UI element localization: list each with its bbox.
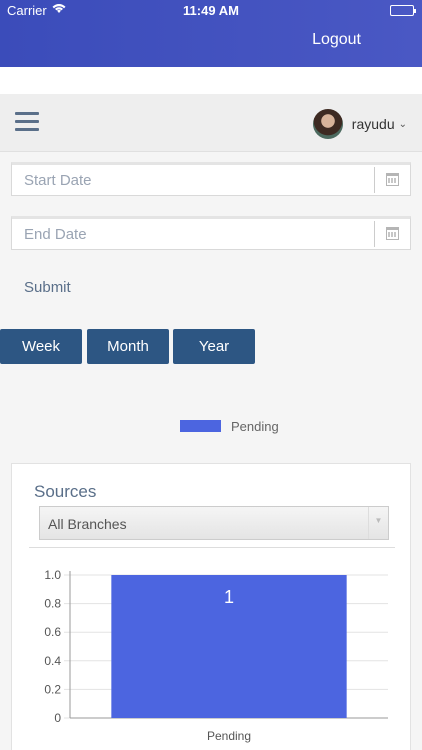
avatar (312, 109, 343, 139)
chevron-down-icon: ⌄ (398, 118, 407, 130)
y-tick-label: 1.0 (44, 568, 61, 582)
battery-icon (390, 5, 416, 16)
username: rayudu (351, 116, 395, 132)
y-tick-label: 0.8 (44, 597, 61, 611)
x-tick-label: Pending (207, 729, 251, 743)
sources-bar-chart: 0 0.2 0.4 0.6 0.8 1.0 1 Pending (44, 568, 388, 743)
month-button[interactable]: Month (87, 329, 169, 364)
submit-button[interactable]: Submit (24, 279, 71, 296)
end-date-field (11, 216, 411, 250)
end-date-input[interactable] (12, 219, 372, 249)
clock: 11:49 AM (183, 3, 239, 18)
year-button[interactable]: Year (173, 329, 255, 364)
week-button[interactable]: Week (0, 329, 82, 364)
chart-legend: Pending (180, 418, 279, 434)
y-tick-label: 0.2 (44, 682, 61, 696)
legend-label: Pending (231, 418, 279, 434)
status-bar: Carrier 11:49 AM (0, 0, 422, 22)
hamburger-menu-icon[interactable] (15, 112, 39, 132)
user-menu[interactable]: rayudu ⌄ (312, 109, 407, 139)
logout-button[interactable]: Logout (312, 31, 361, 49)
calendar-icon (386, 227, 399, 240)
start-date-input[interactable] (12, 165, 372, 195)
app-header: Carrier 11:49 AM Logout (0, 0, 422, 67)
sources-card: Sources All Branches ▼ 0 0.2 0.4 0.6 0.8 1.0 1… (11, 463, 411, 750)
bar-data-label: 1 (224, 587, 234, 607)
start-date-field (11, 162, 411, 196)
calendar-icon (386, 173, 399, 186)
header-spacer (0, 67, 422, 94)
navbar: rayudu ⌄ (0, 94, 422, 152)
y-tick-label: 0 (54, 711, 61, 725)
legend-swatch (180, 420, 221, 432)
end-date-calendar-button[interactable] (374, 221, 410, 247)
start-date-calendar-button[interactable] (374, 167, 410, 193)
y-tick-label: 0.4 (44, 654, 61, 668)
y-tick-label: 0.6 (44, 625, 61, 639)
